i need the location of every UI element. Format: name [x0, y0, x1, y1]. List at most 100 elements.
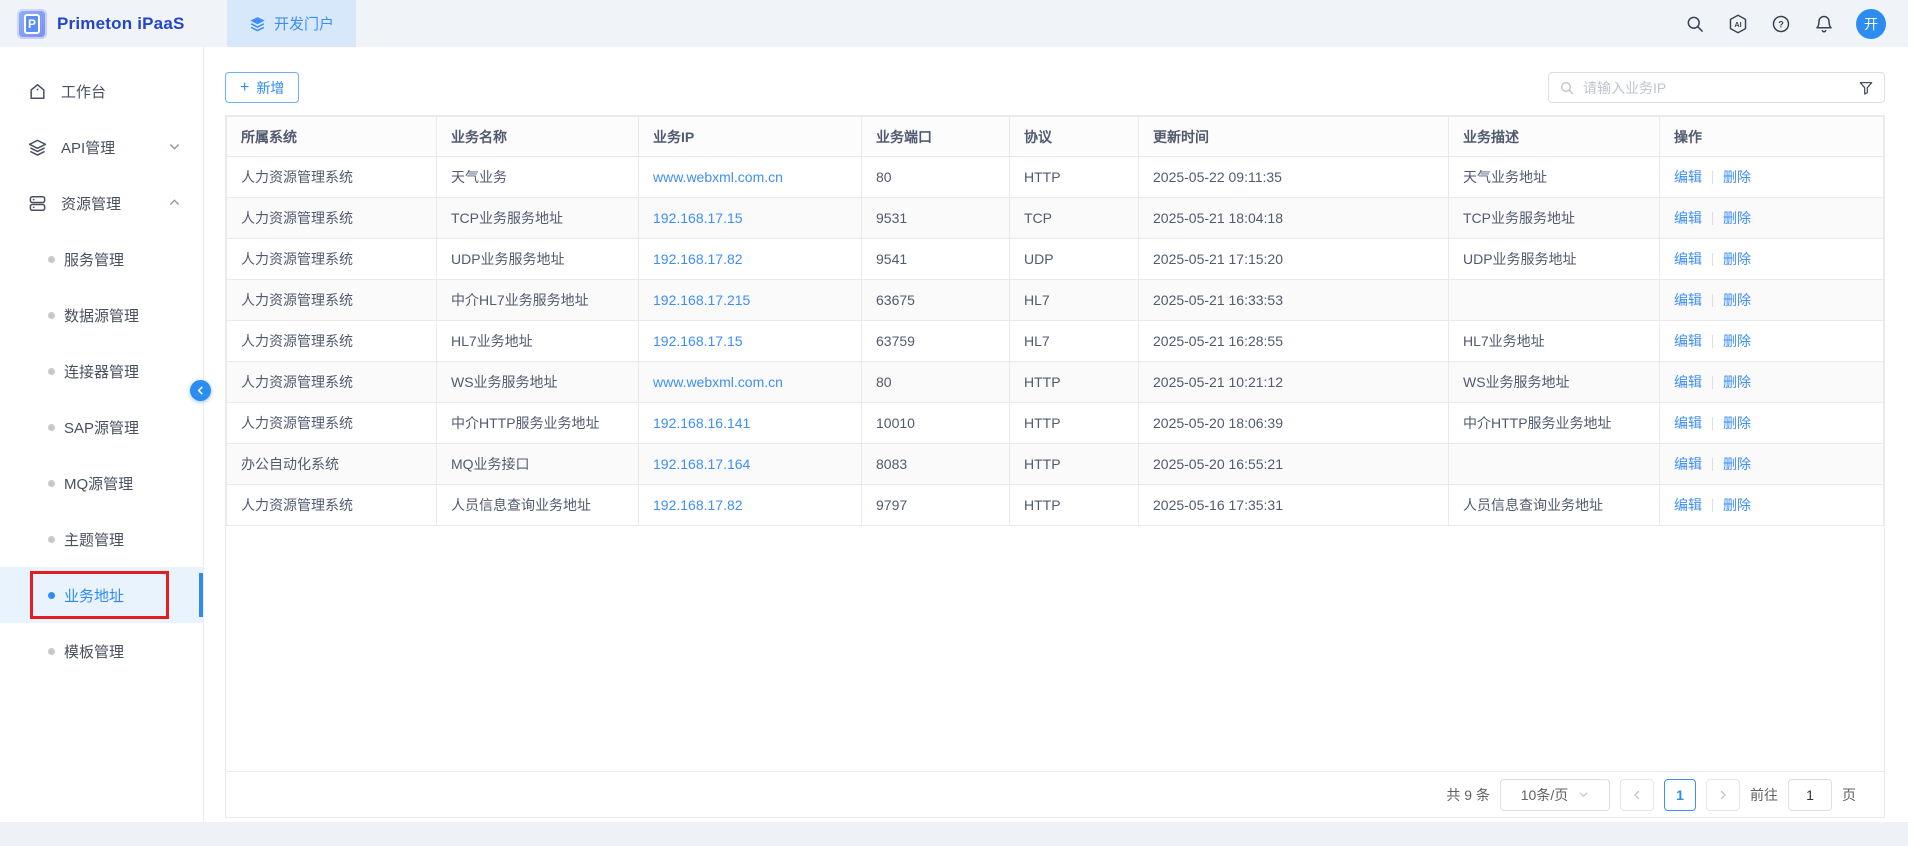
cell-system: 人力资源管理系统: [227, 157, 437, 198]
cell-name: TCP业务服务地址: [437, 198, 639, 239]
delete-link[interactable]: 删除: [1723, 456, 1751, 472]
sidebar-item-MQ源管理[interactable]: MQ源管理: [0, 455, 203, 511]
cell-ip: 192.168.17.164: [639, 444, 862, 485]
cell-system: 人力资源管理系统: [227, 280, 437, 321]
cell-description: WS业务服务地址: [1449, 362, 1660, 403]
business-ip-link[interactable]: 192.168.16.141: [653, 415, 750, 431]
table-row: 人力资源管理系统人员信息查询业务地址192.168.17.829797HTTP2…: [227, 485, 1884, 526]
column-header: 协议: [1010, 117, 1139, 157]
edit-link[interactable]: 编辑: [1674, 333, 1702, 349]
cell-protocol: HL7: [1010, 280, 1139, 321]
sidebar-item-label: 工作台: [61, 81, 106, 102]
business-ip-link[interactable]: www.webxml.com.cn: [653, 169, 783, 185]
delete-link[interactable]: 删除: [1723, 251, 1751, 267]
cell-actions: 编辑 删除: [1660, 321, 1884, 362]
edit-link[interactable]: 编辑: [1674, 251, 1702, 267]
tab-label: 开发门户: [274, 13, 334, 34]
business-ip-link[interactable]: 192.168.17.164: [653, 456, 750, 472]
column-header: 所属系统: [227, 117, 437, 157]
edit-link[interactable]: 编辑: [1674, 169, 1702, 185]
sidebar-item-数据源管理[interactable]: 数据源管理: [0, 287, 203, 343]
sidebar-item-label: 资源管理: [61, 193, 121, 214]
business-ip-link[interactable]: 192.168.17.215: [653, 292, 750, 308]
goto-page-input[interactable]: [1788, 779, 1832, 811]
sidebar-item-连接器管理[interactable]: 连接器管理: [0, 343, 203, 399]
sidebar-item-业务地址[interactable]: 业务地址: [0, 567, 203, 623]
delete-link[interactable]: 删除: [1723, 169, 1751, 185]
business-ip-link[interactable]: www.webxml.com.cn: [653, 374, 783, 390]
prev-page-button[interactable]: [1620, 779, 1654, 811]
tab-dev-portal[interactable]: 开发门户: [227, 0, 356, 47]
filter-funnel-icon[interactable]: [1858, 80, 1874, 96]
sidebar-item-服务管理[interactable]: 服务管理: [0, 231, 203, 287]
edit-link[interactable]: 编辑: [1674, 456, 1702, 472]
page-size-select[interactable]: 10条/页: [1500, 779, 1610, 811]
cell-actions: 编辑 删除: [1660, 485, 1884, 526]
table-row: 人力资源管理系统WS业务服务地址www.webxml.com.cn80HTTP2…: [227, 362, 1884, 403]
action-divider: [1712, 499, 1713, 512]
business-ip-link[interactable]: 192.168.17.82: [653, 497, 743, 513]
business-ip-link[interactable]: 192.168.17.82: [653, 251, 743, 267]
column-header: 业务名称: [437, 117, 639, 157]
search-input[interactable]: [1583, 80, 1850, 96]
business-ip-link[interactable]: 192.168.17.15: [653, 333, 743, 349]
edit-link[interactable]: 编辑: [1674, 374, 1702, 390]
cell-actions: 编辑 删除: [1660, 157, 1884, 198]
help-icon[interactable]: ?: [1770, 13, 1792, 35]
cell-ip: www.webxml.com.cn: [639, 157, 862, 198]
ai-assistant-icon[interactable]: AI: [1727, 13, 1749, 35]
sidebar-item-SAP源管理[interactable]: SAP源管理: [0, 399, 203, 455]
sidebar-item-workbench[interactable]: 工作台: [0, 63, 203, 119]
table-row: 人力资源管理系统天气业务www.webxml.com.cn80HTTP2025-…: [227, 157, 1884, 198]
svg-text:?: ?: [1778, 19, 1784, 29]
action-divider: [1712, 376, 1713, 389]
sidebar-item-label: 服务管理: [64, 249, 124, 270]
main-content: + 新增 所属系统业务名称业务IP业务端口协议更新时间业务描述操作: [203, 47, 1908, 822]
server-stack-icon: [28, 194, 47, 213]
table-row: 人力资源管理系统TCP业务服务地址192.168.17.159531TCP202…: [227, 198, 1884, 239]
sidebar-item-模板管理[interactable]: 模板管理: [0, 623, 203, 679]
bullet-icon: [48, 648, 55, 655]
cell-system: 人力资源管理系统: [227, 403, 437, 444]
bullet-icon: [48, 592, 55, 599]
search-icon[interactable]: [1684, 13, 1706, 35]
brand-logo-icon: P: [17, 9, 47, 39]
sidebar-item-label: 业务地址: [64, 585, 124, 606]
action-divider: [1712, 458, 1713, 471]
chevron-up-icon: [168, 196, 181, 209]
delete-link[interactable]: 删除: [1723, 333, 1751, 349]
page-number-button[interactable]: 1: [1664, 779, 1696, 811]
layers-icon: [249, 15, 266, 32]
delete-link[interactable]: 删除: [1723, 292, 1751, 308]
delete-link[interactable]: 删除: [1723, 497, 1751, 513]
sidebar-item-主题管理[interactable]: 主题管理: [0, 511, 203, 567]
next-page-button[interactable]: [1706, 779, 1740, 811]
cell-system: 人力资源管理系统: [227, 198, 437, 239]
edit-link[interactable]: 编辑: [1674, 415, 1702, 431]
add-button[interactable]: + 新增: [225, 72, 299, 103]
cell-port: 9531: [862, 198, 1010, 239]
sidebar-collapse-toggle[interactable]: [190, 380, 211, 401]
delete-link[interactable]: 删除: [1723, 374, 1751, 390]
cell-ip: 192.168.16.141: [639, 403, 862, 444]
cell-name: HL7业务地址: [437, 321, 639, 362]
delete-link[interactable]: 删除: [1723, 210, 1751, 226]
cell-description: UDP业务服务地址: [1449, 239, 1660, 280]
toolbar: + 新增: [225, 72, 1885, 103]
edit-link[interactable]: 编辑: [1674, 210, 1702, 226]
total-count: 共 9 条: [1446, 785, 1490, 805]
cell-port: 9541: [862, 239, 1010, 280]
cell-name: WS业务服务地址: [437, 362, 639, 403]
sidebar-item-resource-management[interactable]: 资源管理: [0, 175, 203, 231]
business-ip-link[interactable]: 192.168.17.15: [653, 210, 743, 226]
delete-link[interactable]: 删除: [1723, 415, 1751, 431]
sidebar-item-api-management[interactable]: API管理: [0, 119, 203, 175]
edit-link[interactable]: 编辑: [1674, 292, 1702, 308]
column-header: 业务描述: [1449, 117, 1660, 157]
action-divider: [1712, 294, 1713, 307]
bell-icon[interactable]: [1813, 13, 1835, 35]
user-avatar[interactable]: 开: [1856, 9, 1886, 39]
cell-port: 80: [862, 362, 1010, 403]
table-row: 人力资源管理系统HL7业务地址192.168.17.1563759HL72025…: [227, 321, 1884, 362]
edit-link[interactable]: 编辑: [1674, 497, 1702, 513]
